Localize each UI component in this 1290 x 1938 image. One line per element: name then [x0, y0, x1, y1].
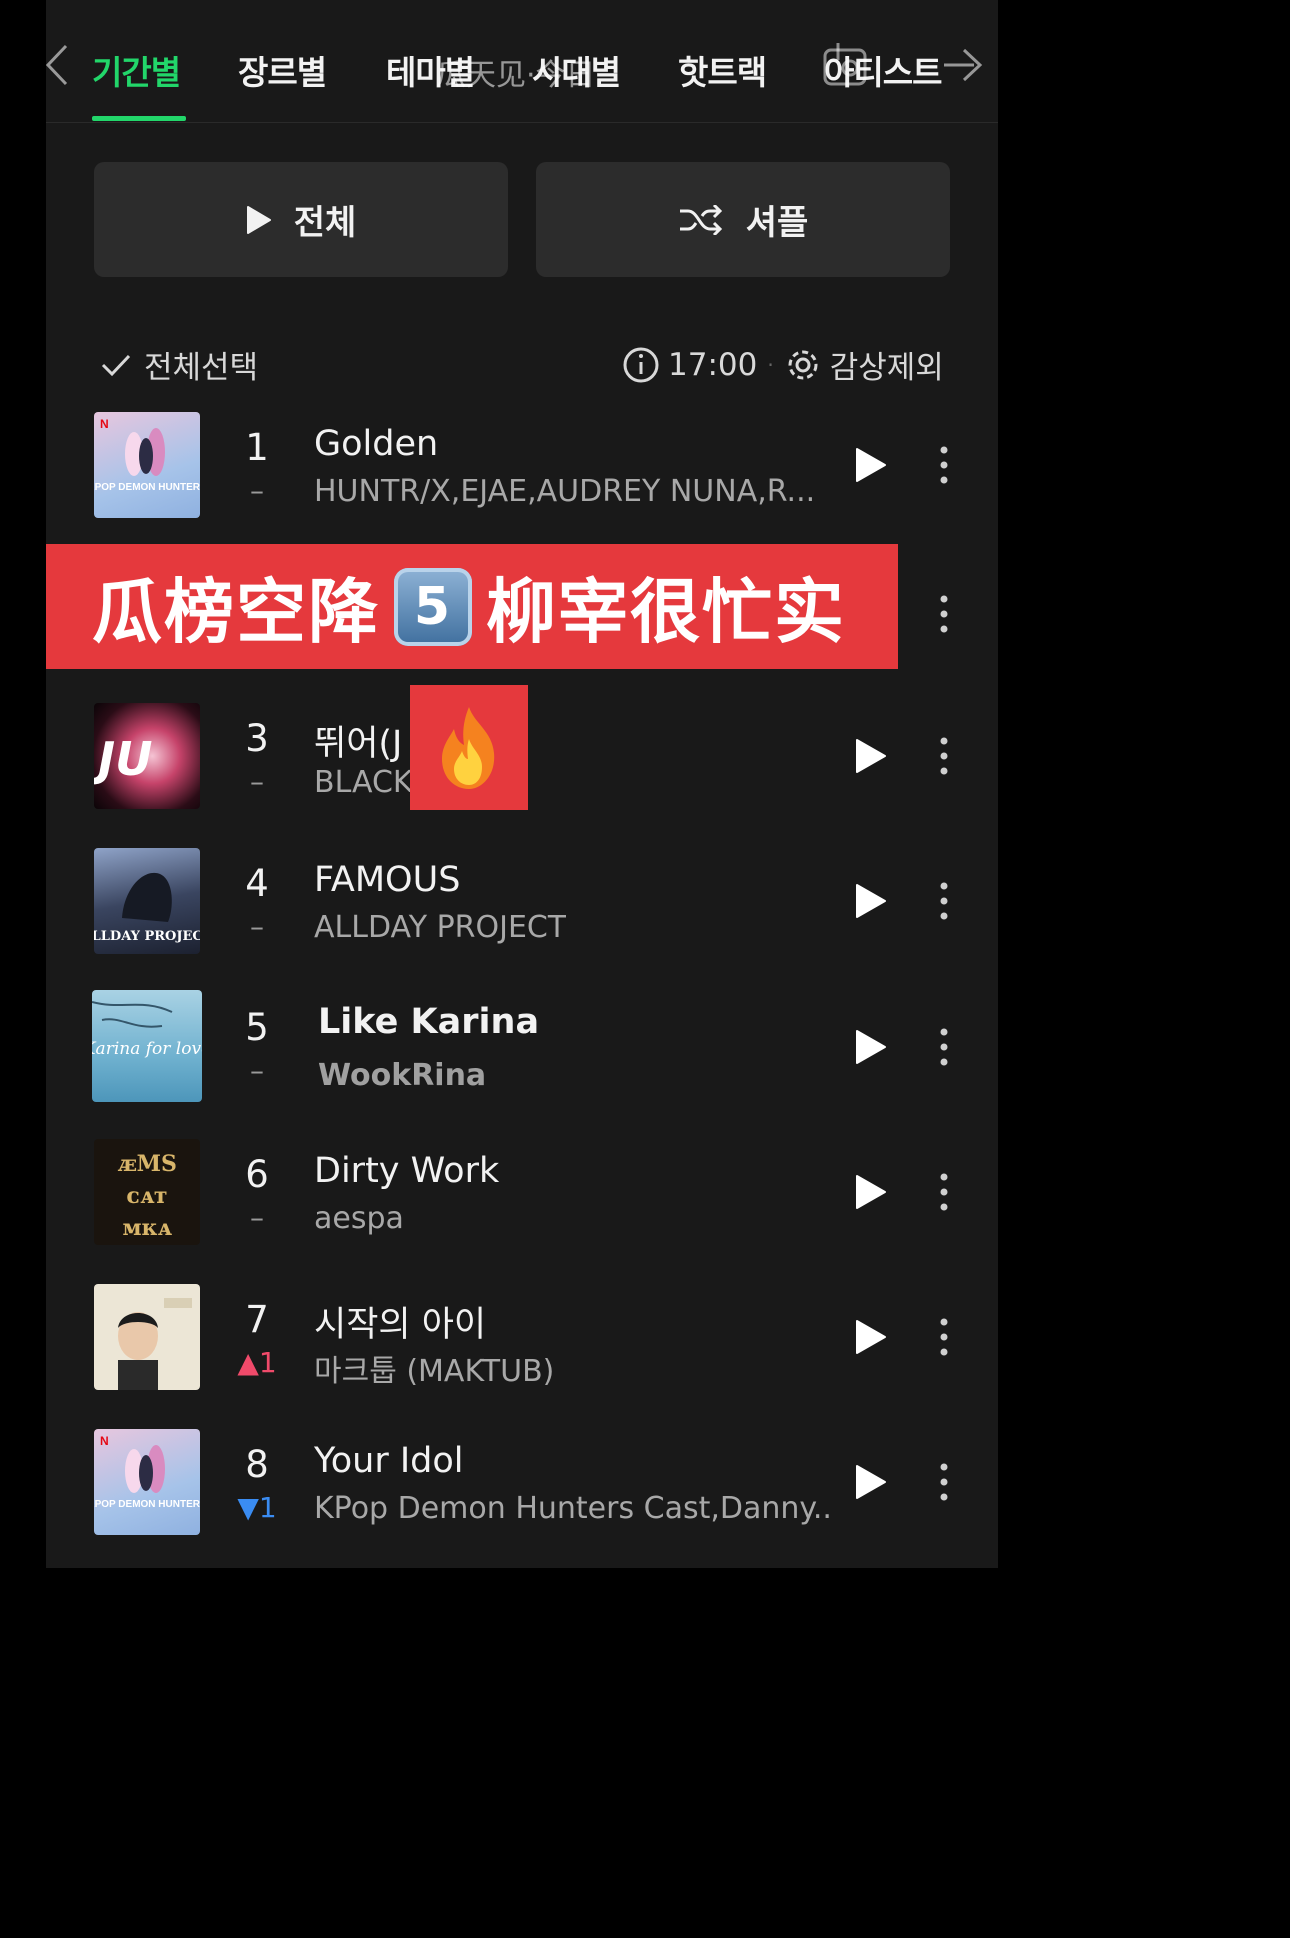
play-icon[interactable] — [854, 446, 888, 484]
shuffle-button[interactable]: 셔플 — [536, 162, 950, 277]
album-cover-sijakui-ai — [94, 1284, 200, 1390]
rank-number: 1 — [245, 426, 269, 469]
cover-text: Karina for love — [92, 1039, 202, 1059]
more-vertical-icon[interactable] — [936, 735, 952, 777]
chart-row[interactable]: ᴁMS ᴄᴀᴛ ᴍᴋᴀ 6 – Dirty Work aespa — [46, 1139, 998, 1284]
rank-change: – — [250, 474, 264, 507]
select-all-label: 전체선택 — [144, 350, 259, 386]
song-title[interactable]: Your Idol — [314, 1441, 464, 1481]
chart-row[interactable]: ALLDAY PROJECT 4 – FAMOUS ALLDAY PROJECT — [46, 848, 998, 993]
play-all-button[interactable]: 전체 — [94, 162, 508, 277]
album-cover-like-karina: Karina for love — [92, 990, 202, 1102]
song-title[interactable]: Like Karina — [318, 1002, 539, 1042]
rank-change: – — [250, 1201, 264, 1234]
watermark-logo-icon — [823, 43, 867, 86]
play-icon[interactable] — [854, 882, 888, 920]
play-icon[interactable] — [854, 737, 888, 775]
more-vertical-icon[interactable] — [936, 1026, 952, 1068]
rank-change: – — [250, 1054, 264, 1087]
song-artist[interactable]: aespa — [314, 1201, 404, 1236]
play-icon[interactable] — [854, 1463, 888, 1501]
caption-banner: 瓜榜空降 5 柳宰很忙实 — [46, 544, 898, 669]
rank-number: 7 — [245, 1298, 269, 1341]
play-all-label: 전체 — [293, 203, 357, 243]
play-icon[interactable] — [854, 1173, 888, 1211]
cover-text: ALLDAY PROJECT — [94, 929, 200, 944]
more-vertical-icon[interactable] — [936, 444, 952, 486]
chart-screen: 기간별 장르별 테마별 시대별 핫트랙 아티스트 瓜天见·今日 전체 셔플 전체… — [46, 0, 998, 1568]
svg-text:N: N — [100, 1434, 109, 1448]
song-artist[interactable]: WookRina — [318, 1058, 486, 1093]
play-icon — [246, 205, 272, 235]
share-arrow-icon[interactable] — [940, 40, 990, 90]
cover-text: JU — [94, 732, 152, 786]
cover-text: KPOP DEMON HUNTERS — [94, 482, 200, 493]
watermark-text: 瓜天见·今日 — [436, 58, 596, 93]
tab-bar: 기간별 장르별 테마별 시대별 핫트랙 아티스트 瓜天见·今日 — [46, 0, 998, 123]
song-title[interactable]: FAMOUS — [314, 860, 460, 900]
svg-text:ᴁMS: ᴁMS — [117, 1151, 177, 1177]
exclude-listening-button[interactable]: 감상제외 — [830, 342, 944, 387]
select-all-button[interactable]: 전체선택 — [100, 342, 258, 387]
chart-row[interactable]: Karina for love 5 – Like Karina WookRina — [46, 990, 998, 1135]
cover-text: KPOP DEMON HUNTERS — [94, 1499, 200, 1510]
rank-number: 6 — [245, 1153, 269, 1196]
chart-row[interactable]: N KPOP DEMON HUNTERS 8 ▼1 Your Idol KPop… — [46, 1429, 998, 1568]
tab-genre[interactable]: 장르별 — [238, 46, 327, 94]
tab-period[interactable]: 기간별 — [92, 46, 181, 94]
rank-change-down: ▼1 — [237, 1491, 277, 1524]
song-artist[interactable]: ALLDAY PROJECT — [314, 910, 566, 945]
shuffle-label: 셔플 — [745, 203, 809, 243]
rank-number: 5 — [245, 1006, 269, 1049]
song-artist[interactable]: 마크툽 (MAKTUB) — [314, 1346, 554, 1390]
rank-number: 4 — [245, 862, 269, 905]
song-title[interactable]: 시작의 아이 — [314, 1296, 486, 1347]
more-vertical-icon[interactable] — [936, 1316, 952, 1358]
chart-time-info: 17:00 · 감상제외 — [622, 342, 944, 387]
chart-row[interactable]: N KPOP DEMON HUNTERS 1 – Golden HUNTR/X,… — [46, 412, 998, 557]
chevron-left-icon[interactable] — [46, 40, 72, 90]
banner-text-before: 瓜榜空降 — [92, 571, 380, 653]
song-artist[interactable]: HUNTR/X,EJAE,AUDREY NUNA,R... — [314, 474, 815, 509]
svg-text:N: N — [100, 417, 109, 431]
info-icon[interactable] — [622, 346, 660, 384]
song-artist[interactable]: BLACK — [314, 765, 413, 800]
tab-hot-track[interactable]: 핫트랙 — [678, 46, 767, 94]
play-icon[interactable] — [854, 1028, 888, 1066]
album-cover-dirty-work: ᴁMS ᴄᴀᴛ ᴍᴋᴀ — [94, 1139, 200, 1245]
active-tab-indicator — [92, 116, 186, 121]
fire-icon — [442, 706, 495, 789]
svg-text:ᴍᴋᴀ: ᴍᴋᴀ — [122, 1215, 172, 1241]
more-vertical-icon[interactable] — [936, 593, 952, 635]
rank-change: – — [250, 765, 264, 798]
keycap-number-badge: 5 — [394, 567, 472, 646]
fire-sticker — [410, 685, 528, 810]
song-title[interactable]: 뛰어(J — [314, 715, 402, 766]
play-icon[interactable] — [854, 1318, 888, 1356]
check-icon — [101, 354, 131, 376]
gear-icon[interactable] — [784, 346, 822, 384]
chart-row[interactable]: 7 ▲1 시작의 아이 마크툽 (MAKTUB) — [46, 1284, 998, 1429]
rank-number: 3 — [245, 717, 269, 760]
album-cover-your-idol: N KPOP DEMON HUNTERS — [94, 1429, 200, 1535]
banner-text-after: 柳宰很忙实 — [486, 571, 846, 653]
select-row: 전체선택 17:00 · 감상제외 — [46, 330, 998, 394]
more-vertical-icon[interactable] — [936, 880, 952, 922]
svg-text:ᴄᴀᴛ: ᴄᴀᴛ — [126, 1183, 167, 1209]
shuffle-icon — [678, 204, 724, 235]
album-cover-golden: N KPOP DEMON HUNTERS — [94, 412, 200, 518]
rank-change-up: ▲1 — [237, 1346, 277, 1379]
album-cover-jump: JU — [94, 703, 200, 809]
song-artist[interactable]: KPop Demon Hunters Cast,Danny... — [314, 1491, 834, 1526]
rank-number: 8 — [245, 1443, 269, 1486]
update-time: 17:00 — [668, 346, 758, 383]
more-vertical-icon[interactable] — [936, 1461, 952, 1503]
more-vertical-icon[interactable] — [936, 1171, 952, 1213]
song-title[interactable]: Golden — [314, 424, 438, 464]
rank-change: – — [250, 910, 264, 943]
song-title[interactable]: Dirty Work — [314, 1151, 499, 1191]
album-cover-famous: ALLDAY PROJECT — [94, 848, 200, 954]
